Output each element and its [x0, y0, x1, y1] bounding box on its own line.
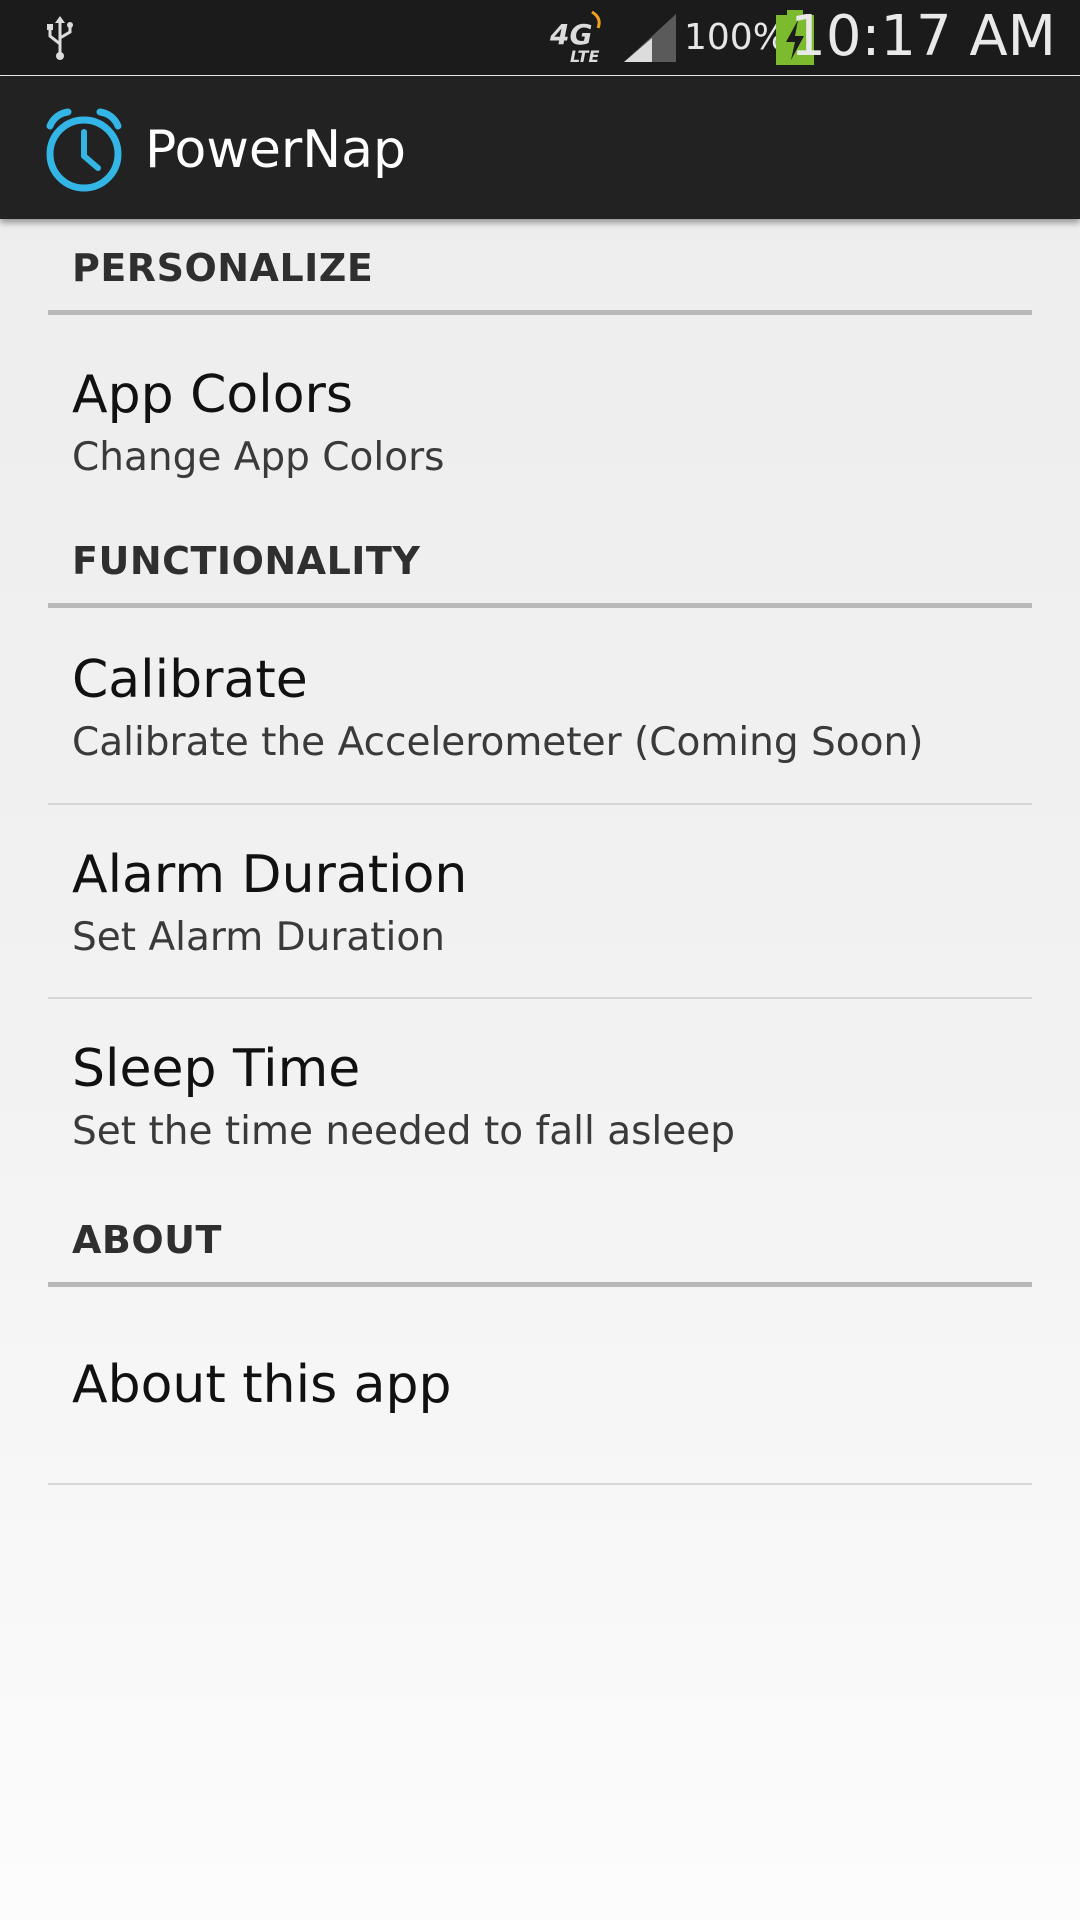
- pref-title: App Colors: [72, 365, 353, 425]
- section-header-label: ABOUT: [72, 1218, 222, 1262]
- pref-app-colors[interactable]: App Colors Change App Colors: [48, 315, 1032, 507]
- svg-text:LTE: LTE: [570, 47, 599, 66]
- section-header-label: PERSONALIZE: [72, 246, 374, 290]
- pref-title: Sleep Time: [72, 1039, 361, 1099]
- pref-about-this-app[interactable]: About this app: [48, 1287, 1032, 1485]
- status-clock: 10:17 AM: [790, 4, 1056, 69]
- pref-calibrate[interactable]: Calibrate Calibrate the Accelerometer (C…: [48, 608, 1032, 805]
- settings-list: PERSONALIZE App Colors Change App Colors…: [0, 219, 1080, 1485]
- network-4g-lte-icon: 4G LTE: [549, 10, 601, 66]
- pref-alarm-duration[interactable]: Alarm Duration Set Alarm Duration: [48, 805, 1032, 999]
- action-bar: PowerNap: [0, 76, 1080, 219]
- pref-title: Alarm Duration: [72, 845, 468, 905]
- usb-icon: [47, 16, 73, 60]
- section-header-about: ABOUT: [48, 1191, 1032, 1287]
- pref-summary: Change App Colors: [72, 435, 445, 480]
- pref-title: About this app: [72, 1355, 452, 1415]
- app-title: PowerNap: [145, 120, 406, 180]
- battery-percent: 100%: [684, 17, 787, 58]
- signal-strength-icon: [624, 14, 676, 62]
- alarm-clock-icon[interactable]: [40, 106, 128, 194]
- pref-summary: Set the time needed to fall asleep: [72, 1109, 735, 1154]
- pref-title: Calibrate: [72, 650, 308, 710]
- pref-sleep-time[interactable]: Sleep Time Set the time needed to fall a…: [48, 999, 1032, 1191]
- pref-summary: Calibrate the Accelerometer (Coming Soon…: [72, 720, 924, 765]
- section-header-label: FUNCTIONALITY: [72, 539, 421, 583]
- section-header-functionality: FUNCTIONALITY: [48, 507, 1032, 608]
- pref-summary: Set Alarm Duration: [72, 915, 445, 960]
- status-bar: 4G LTE 100% 10:17 AM: [0, 0, 1080, 75]
- section-header-personalize: PERSONALIZE: [48, 219, 1032, 315]
